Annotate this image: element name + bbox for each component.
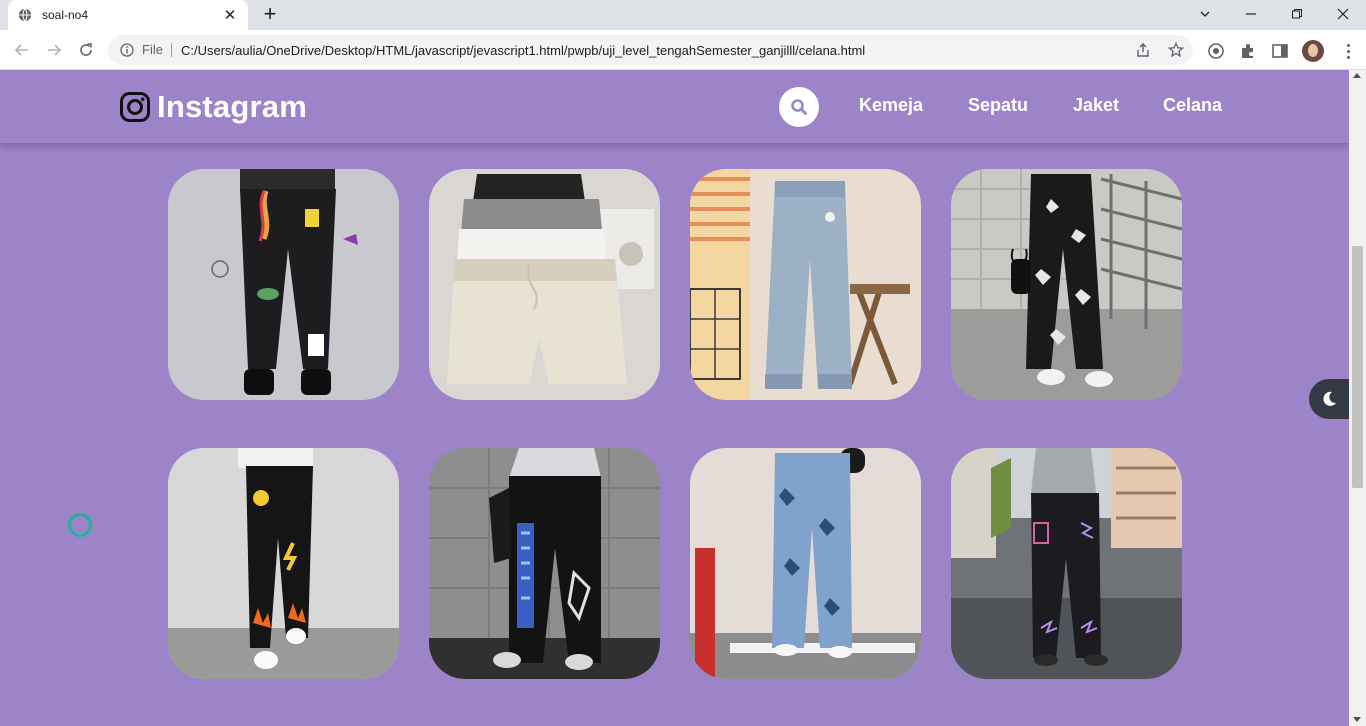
search-button[interactable] bbox=[779, 87, 819, 127]
site-navbar: Instagram Kemeja Sepatu Jaket Celana bbox=[0, 70, 1349, 143]
side-panel-icon[interactable] bbox=[1271, 42, 1289, 60]
omnibox-scheme-label: File bbox=[142, 43, 172, 57]
loading-spinner bbox=[68, 513, 92, 537]
close-window-icon[interactable] bbox=[1320, 0, 1366, 28]
brand-name: Instagram bbox=[157, 89, 307, 124]
smiley-pants-product-image bbox=[168, 448, 399, 679]
browser-tab-strip: soal-no4 ✕ + bbox=[0, 0, 1366, 30]
globe-icon bbox=[18, 8, 32, 22]
bookmark-star-icon[interactable] bbox=[1168, 42, 1184, 58]
info-icon[interactable] bbox=[120, 43, 134, 57]
browser-tab[interactable]: soal-no4 ✕ bbox=[8, 0, 248, 30]
jeans-product-image bbox=[690, 169, 921, 400]
gallery-item-2[interactable] bbox=[429, 169, 660, 400]
nav-link-jaket[interactable]: Jaket bbox=[1073, 95, 1119, 116]
brand-logo[interactable]: Instagram bbox=[119, 89, 307, 125]
gallery-item-1[interactable] bbox=[168, 169, 399, 400]
dark-mode-toggle[interactable] bbox=[1309, 379, 1349, 419]
url-text[interactable]: C:/Users/aulia/OneDrive/Desktop/HTML/jav… bbox=[181, 43, 865, 58]
tab-search-chevron-icon[interactable] bbox=[1182, 0, 1228, 28]
minimize-icon[interactable] bbox=[1228, 0, 1274, 28]
gallery-item-7[interactable] bbox=[690, 448, 921, 679]
gallery-item-6[interactable] bbox=[429, 448, 660, 679]
avatar-face bbox=[1308, 44, 1318, 57]
scroll-down-arrow-icon[interactable] bbox=[1353, 717, 1361, 722]
nav-link-kemeja[interactable]: Kemeja bbox=[859, 95, 923, 116]
address-bar[interactable]: File C:/Users/aulia/OneDrive/Desktop/HTM… bbox=[108, 35, 1193, 65]
tab-title: soal-no4 bbox=[42, 8, 89, 22]
page-viewport: Instagram Kemeja Sepatu Jaket Celana bbox=[0, 70, 1349, 726]
browser-toolbar: File C:/Users/aulia/OneDrive/Desktop/HTM… bbox=[0, 30, 1366, 70]
restore-icon[interactable] bbox=[1274, 0, 1320, 28]
forward-arrow-icon[interactable] bbox=[42, 38, 66, 62]
profile-avatar[interactable] bbox=[1302, 40, 1324, 62]
butterfly-pants-product-image bbox=[951, 169, 1182, 400]
menu-kebab-icon[interactable] bbox=[1338, 40, 1358, 62]
gallery-item-4[interactable] bbox=[951, 169, 1182, 400]
extensions-puzzle-icon[interactable] bbox=[1239, 42, 1257, 60]
gallery-item-3[interactable] bbox=[690, 169, 921, 400]
nav-link-celana[interactable]: Celana bbox=[1163, 95, 1222, 116]
tab-close-icon[interactable]: ✕ bbox=[222, 6, 238, 24]
shorts-product-image bbox=[429, 169, 660, 400]
share-icon[interactable] bbox=[1135, 42, 1151, 58]
extension-circle-icon[interactable] bbox=[1207, 42, 1225, 60]
instagram-icon bbox=[120, 92, 150, 122]
page-scrollbar[interactable] bbox=[1349, 70, 1366, 726]
back-arrow-icon[interactable] bbox=[10, 38, 34, 62]
gallery-item-8[interactable] bbox=[951, 448, 1182, 679]
moon-icon bbox=[1323, 391, 1336, 406]
graffiti-pants-product-image bbox=[429, 448, 660, 679]
search-icon bbox=[791, 99, 807, 115]
scroll-up-arrow-icon[interactable] bbox=[1353, 73, 1361, 78]
pants-product-image bbox=[168, 169, 399, 400]
scroll-thumb[interactable] bbox=[1352, 246, 1363, 488]
gallery-item-5[interactable] bbox=[168, 448, 399, 679]
reload-icon[interactable] bbox=[74, 38, 98, 62]
nav-link-sepatu[interactable]: Sepatu bbox=[968, 95, 1028, 116]
butterfly-jeans-product-image bbox=[690, 448, 921, 679]
street-pants-product-image bbox=[951, 448, 1182, 679]
new-tab-button[interactable]: + bbox=[258, 3, 282, 27]
